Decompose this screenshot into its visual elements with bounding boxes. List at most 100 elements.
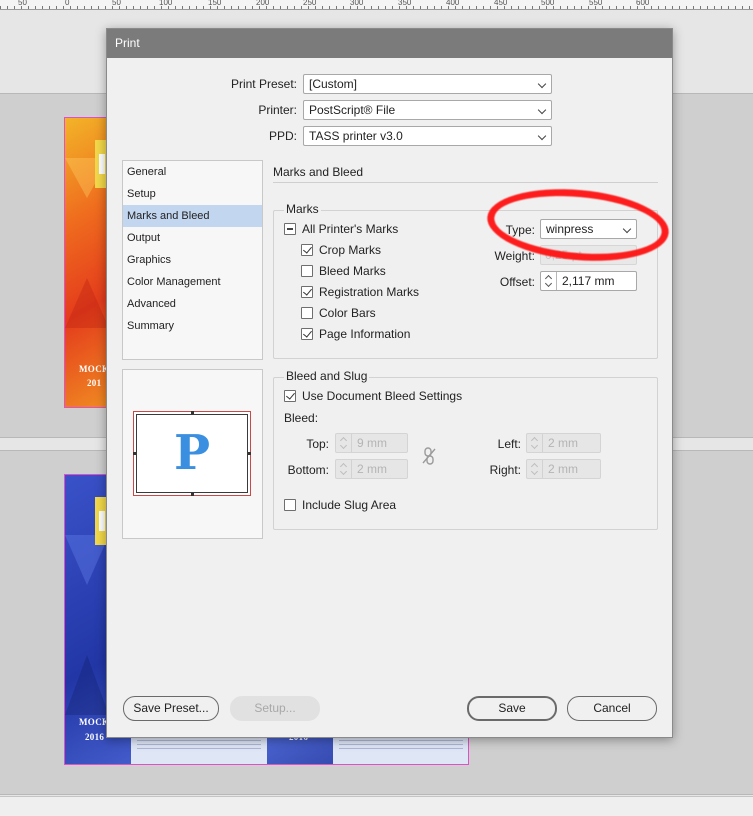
section-divider [273,182,658,183]
offset-stepper[interactable]: 2,117 mm [540,271,637,291]
printer-label: Printer: [258,103,297,117]
ruler-tick-label: 150 [208,0,222,7]
crop-marks-label: Crop Marks [319,243,382,257]
bleed-bottom-stepper[interactable]: 2 mm [335,459,408,479]
category-summary[interactable]: Summary [123,315,262,337]
bleed-bottom-label: Bottom: [287,463,329,477]
bleed-right-label: Right: [489,463,521,477]
color-bars-label: Color Bars [319,306,376,320]
category-advanced[interactable]: Advanced [123,293,262,315]
status-bar [0,796,753,816]
dialog-title: Print [107,29,672,58]
document-page-top[interactable]: МОСК 201 [64,117,108,408]
use-document-bleed-label: Use Document Bleed Settings [302,389,463,403]
use-document-bleed-checkbox[interactable]: Use Document Bleed Settings [284,389,462,403]
chevron-down-icon [537,131,547,141]
save-button[interactable]: Save [467,696,557,721]
registration-marks-label: Registration Marks [319,285,420,299]
bleed-marks-checkbox[interactable]: Bleed Marks [301,264,386,278]
registration-mark [191,493,194,496]
chain-link-icon[interactable] [421,447,437,465]
bleed-right-stepper[interactable]: 2 mm [526,459,601,479]
ruler-tick-label: 50 [18,0,27,7]
bleed-bottom-value: 2 mm [357,462,387,476]
page-year: 201 [87,378,102,388]
bleed-top-value: 9 mm [357,436,387,450]
ruler-tick-label: 50 [112,0,121,7]
print-preset-label: Print Preset: [230,77,297,91]
category-marks-and-bleed[interactable]: Marks and Bleed [123,205,262,227]
page-pattern [65,278,107,328]
preview-page-frame: P [136,414,248,493]
ruler-tick-label: 350 [398,0,412,7]
checkbox-checked-icon [301,286,313,298]
all-printers-marks-checkbox[interactable]: All Printer's Marks [284,222,398,236]
page-year: 2016 [85,732,105,742]
crop-marks-checkbox[interactable]: Crop Marks [301,243,381,257]
checkbox-checked-icon [301,244,313,256]
page-preview: P [122,369,263,539]
category-list[interactable]: General Setup Marks and Bleed Output Gra… [122,160,263,360]
ppd-value: TASS printer v3.0 [309,129,403,143]
category-color-management[interactable]: Color Management [123,271,262,293]
bleed-right-value: 2 mm [548,462,578,476]
preview-sheet: P [133,411,251,496]
cancel-button[interactable]: Cancel [567,696,657,721]
section-title: Marks and Bleed [273,165,364,179]
include-slug-label: Include Slug Area [302,498,397,512]
ruler-tick-label: 250 [303,0,317,7]
category-graphics[interactable]: Graphics [123,249,262,271]
save-preset-button[interactable]: Save Preset... [123,696,219,721]
bleed-top-label: Top: [306,437,329,451]
color-bars-checkbox[interactable]: Color Bars [301,306,376,320]
stepper-arrows-icon[interactable] [541,272,557,290]
registration-mark [133,452,136,455]
chevron-down-icon [537,105,547,115]
page-insert [131,737,267,764]
bleed-label: Bleed: [284,411,319,425]
ruler-tick-label: 500 [541,0,555,7]
bleed-marks-label: Bleed Marks [319,264,386,278]
stepper-arrows-icon [336,434,352,452]
marks-legend: Marks [284,202,321,216]
category-general[interactable]: General [123,161,262,183]
bleed-left-value: 2 mm [548,436,578,450]
printer-value: PostScript® File [309,103,396,117]
ruler-tick-label: 300 [350,0,364,7]
stepper-arrows-icon [527,460,543,478]
ruler-tick-label: 550 [589,0,603,7]
bleed-left-label: Left: [497,437,521,451]
ruler-tick-label: 600 [636,0,650,7]
bleed-top-stepper[interactable]: 9 mm [335,433,408,453]
category-output[interactable]: Output [123,227,262,249]
ppd-select[interactable]: TASS printer v3.0 [303,126,552,146]
setup-button[interactable]: Setup... [230,696,320,721]
stepper-arrows-icon [336,460,352,478]
ruler-tick-label: 450 [494,0,508,7]
category-setup[interactable]: Setup [123,183,262,205]
ppd-label: PPD: [268,129,297,143]
bleed-left-stepper[interactable]: 2 mm [526,433,601,453]
offset-value[interactable]: 2,117 mm [557,272,614,290]
registration-mark [248,452,251,455]
printer-select[interactable]: PostScript® File [303,100,552,120]
checkbox-checked-icon [301,328,313,340]
include-slug-checkbox[interactable]: Include Slug Area [284,498,396,512]
horizontal-ruler[interactable]: 50 0 50 100 150 200 250 300 350 400 450 … [0,0,753,10]
weight-label: Weight: [494,249,535,263]
bleed-slug-legend: Bleed and Slug [284,369,370,383]
registration-marks-checkbox[interactable]: Registration Marks [301,285,419,299]
checkbox-unchecked-icon [301,265,313,277]
checkbox-unchecked-icon [284,499,296,511]
checkbox-mixed-icon [284,223,296,235]
ruler-tick-label: 100 [159,0,173,7]
page-insert [333,737,468,764]
ruler-tick-label: 400 [446,0,460,7]
ruler-tick-label: 0 [65,0,70,7]
offset-label: Offset: [499,275,535,289]
page-heading: МОСК [79,717,109,727]
print-preset-select[interactable]: [Custom] [303,74,552,94]
print-preset-value: [Custom] [309,77,358,91]
preview-glyph: P [173,425,211,481]
page-information-checkbox[interactable]: Page Information [301,327,410,341]
